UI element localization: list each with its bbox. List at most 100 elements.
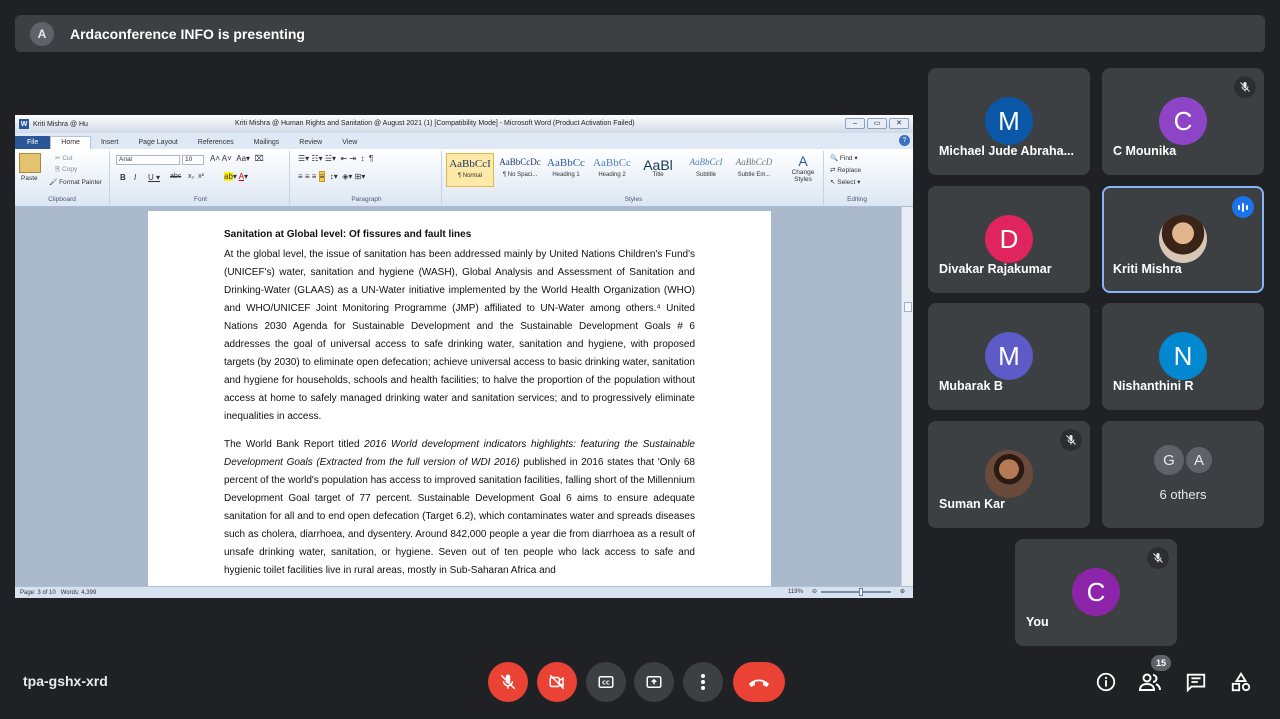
minimize-icon[interactable]: – [845,118,865,129]
participant-tile[interactable]: M Michael Jude Abraha... [928,68,1090,175]
others-tile[interactable]: G A 6 others [1102,421,1264,528]
present-button[interactable] [634,662,674,702]
mic-toggle-button[interactable] [488,662,528,702]
italic-icon[interactable]: I [134,173,136,182]
change-styles-icon: A [798,153,808,169]
captions-button[interactable]: CC [586,662,626,702]
subscript-icon[interactable]: x₂ x² [188,173,204,180]
style-title[interactable]: AaBl Title [634,153,682,187]
document-page[interactable]: Sanitation at Global level: Of fissures … [148,211,771,586]
tab-view[interactable]: View [332,139,367,149]
participant-tile[interactable]: N Nishanthini R [1102,303,1264,410]
meeting-details-button[interactable] [1093,669,1119,695]
style-normal[interactable]: AaBbCcI ¶ Normal [446,153,494,187]
select-button[interactable]: ↖ Select ▾ [830,178,860,186]
ribbon-tabs: File Home Insert Page Layout References … [15,133,913,149]
participant-tile[interactable]: Suman Kar [928,421,1090,528]
tab-home[interactable]: Home [50,136,91,149]
participant-name: Michael Jude Abraha... [939,144,1074,158]
ribbon: Paste ✂ Cut ⎘ Copy 🖌 Format Painter Clip… [15,149,913,207]
participant-tile[interactable]: C C Mounika [1102,68,1264,175]
participant-name: Suman Kar [939,497,1005,511]
page-count: Page: 3 of 10 [20,589,56,596]
more-options-button[interactable] [683,662,723,702]
word-window-title: Kriti Mishra @ Human Rights and Sanitati… [235,120,635,127]
highlight-icon[interactable]: ab▾ A▾ [224,172,248,181]
paste-icon[interactable] [19,153,41,173]
tab-mailings[interactable]: Mailings [244,139,290,149]
tab-page-layout[interactable]: Page Layout [128,139,187,149]
presenting-banner: A Ardaconference INFO is presenting [15,15,1265,52]
tab-review[interactable]: Review [289,139,332,149]
avatar: M [985,97,1033,145]
participant-name: Divakar Rajakumar [939,262,1052,276]
self-tile[interactable]: C You [1015,539,1177,646]
change-styles-button[interactable]: A Change Styles [786,153,820,183]
paragraph-group: ☰▾ ☷▾ ☱▾ ⇤ ⇥ ↕ ¶ ≡ ≡ ≡ ≡ ↕▾ ◈▾ ⊞▾ Paragr… [292,151,442,205]
styles-label: Styles [624,196,643,203]
style-heading-1[interactable]: AaBbCc Heading 1 [542,153,590,187]
cut-button[interactable]: ✂ Cut [55,154,72,162]
format-painter-button[interactable]: 🖌 Format Painter [49,178,102,186]
tab-insert[interactable]: Insert [91,139,129,149]
find-button[interactable]: 🔍 Find ▾ [830,154,858,162]
camera-off-icon [549,674,565,690]
font-name-select[interactable]: Arial [116,155,180,165]
help-icon[interactable]: ? [899,135,910,146]
captions-icon: CC [598,676,614,688]
hang-up-icon [749,679,769,687]
underline-icon[interactable]: U ▾ [148,173,160,182]
avatar: A [1184,445,1214,475]
info-icon [1096,672,1116,692]
align-icons[interactable]: ≡ ≡ ≡ ≡ ↕▾ ◈▾ ⊞▾ [298,171,365,182]
grow-font-icon[interactable]: A˄ A˅ Aa▾ ⌧ [210,154,264,163]
clipboard-label: Clipboard [48,196,76,203]
chat-icon [1186,673,1206,693]
style-subtle-emphasis[interactable]: AaBbCcD Subtle Em... [730,153,778,187]
participant-tile-active[interactable]: Kriti Mishra [1102,186,1264,293]
zoom-level: 119% [788,588,803,595]
others-count: 6 others [1159,487,1207,502]
leave-call-button[interactable] [733,662,785,702]
font-size-select[interactable]: 10 [182,155,204,165]
replace-button[interactable]: ⇄ Replace [830,166,861,174]
doc-paragraph-1: At the global level, the issue of sanita… [224,249,695,422]
vertical-scrollbar[interactable] [901,207,913,586]
copy-button[interactable]: ⎘ Copy [55,166,77,174]
people-button[interactable] [1137,669,1163,695]
word-tab-title: Kriti Mishra @ Hu [33,120,88,128]
zoom-control[interactable]: 119% ⊖ ⊕ [783,587,905,596]
bold-icon[interactable]: B [120,173,126,182]
mic-off-icon [1060,429,1082,451]
bullets-icon[interactable]: ☰▾ ☷▾ ☱▾ ⇤ ⇥ ↕ ¶ [298,154,373,163]
more-vert-icon [701,674,705,690]
participant-tile[interactable]: M Mubarak B [928,303,1090,410]
avatar: G [1154,445,1184,475]
maximize-icon[interactable]: ▭ [867,118,887,129]
meeting-code: tpa-gshx-xrd [23,673,108,689]
tab-file[interactable]: File [15,136,51,149]
zoom-in-icon[interactable]: ⊕ [900,588,905,595]
shared-screen: W Kriti Mishra @ Hu Kriti Mishra @ Human … [15,115,913,598]
doc-paragraph-2: The World Bank Report titled 2016 World … [224,439,695,576]
participant-tile[interactable]: D Divakar Rajakumar [928,186,1090,293]
participant-name: Mubarak B [939,379,1003,393]
style-subtitle[interactable]: AaBbCcI Subtitle [682,153,730,187]
activities-button[interactable] [1228,669,1254,695]
camera-toggle-button[interactable] [537,662,577,702]
style-no-spacing[interactable]: AaBbCcDc ¶ No Spaci... [496,153,544,187]
close-icon[interactable]: ✕ [889,118,909,129]
zoom-slider[interactable] [820,587,891,596]
font-label: Font [193,196,207,203]
presenter-avatar: A [30,21,54,46]
paste-label[interactable]: Paste [21,175,38,182]
scroll-thumb[interactable] [904,302,912,312]
tab-references[interactable]: References [188,139,244,149]
style-heading-2[interactable]: AaBbCc Heading 2 [588,153,636,187]
chat-button[interactable] [1183,669,1209,695]
strikethrough-icon[interactable]: abc [170,173,181,180]
presenting-text: Ardaconference INFO is presenting [70,25,305,42]
mic-off-icon [500,674,516,690]
zoom-out-icon[interactable]: ⊖ [812,588,817,595]
editing-group: 🔍 Find ▾ ⇄ Replace ↖ Select ▾ Editing [826,151,888,205]
